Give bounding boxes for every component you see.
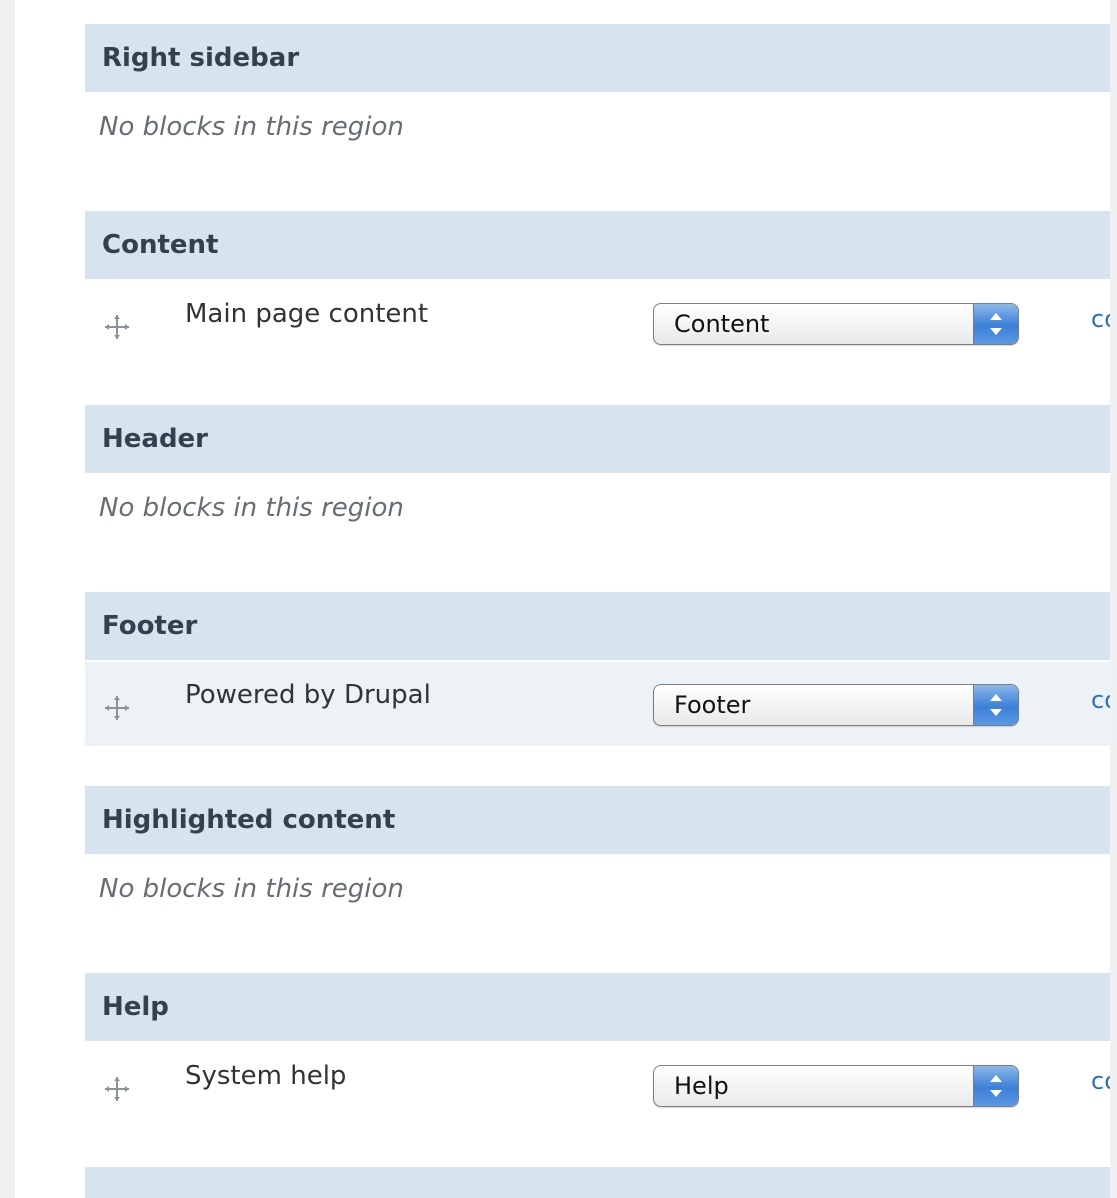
- region-header-partial: [85, 1167, 1110, 1198]
- block-row-powered-by-drupal: Powered by Drupal Footer co: [85, 662, 1110, 746]
- blocks-table: Right sidebar No blocks in this region C…: [85, 24, 1110, 1198]
- region-select-value: Content: [674, 310, 770, 338]
- region-help-blocks: System help Help co: [85, 1043, 1110, 1167]
- block-row-system-help: System help Help co: [85, 1043, 1110, 1127]
- configure-link[interactable]: co: [1091, 1067, 1110, 1095]
- region-footer-blocks: Powered by Drupal Footer co: [85, 662, 1110, 786]
- region-select[interactable]: Content: [653, 303, 1019, 345]
- page: Right sidebar No blocks in this region C…: [15, 0, 1110, 1198]
- drag-handle-icon[interactable]: [103, 1075, 131, 1103]
- configure-link[interactable]: co: [1091, 686, 1110, 714]
- region-empty-message: No blocks in this region: [99, 874, 404, 904]
- select-arrows-icon: [973, 304, 1018, 344]
- block-name: Main page content: [185, 299, 429, 329]
- select-arrows-icon: [973, 685, 1018, 725]
- region-header-help: Help: [85, 973, 1110, 1043]
- region-select[interactable]: Footer: [653, 684, 1019, 726]
- region-header-header: Header: [85, 405, 1110, 475]
- region-empty-message: No blocks in this region: [99, 493, 404, 523]
- region-select-value: Footer: [674, 691, 751, 719]
- select-arrows-icon: [973, 1066, 1018, 1106]
- region-header-right-sidebar: Right sidebar: [85, 24, 1110, 94]
- region-header-footer: Footer: [85, 592, 1110, 662]
- region-header-highlighted-content: Highlighted content: [85, 786, 1110, 856]
- region-content-blocks: Main page content Content co: [85, 281, 1110, 405]
- region-empty-message: No blocks in this region: [99, 112, 404, 142]
- configure-link[interactable]: co: [1091, 305, 1110, 333]
- drag-handle-icon[interactable]: [103, 694, 131, 722]
- block-name: Powered by Drupal: [185, 680, 431, 710]
- region-select-value: Help: [674, 1072, 729, 1100]
- block-row-main-page-content: Main page content Content co: [85, 281, 1110, 365]
- block-name: System help: [185, 1061, 347, 1091]
- region-select[interactable]: Help: [653, 1065, 1019, 1107]
- region-header-content: Content: [85, 211, 1110, 281]
- drag-handle-icon[interactable]: [103, 313, 131, 341]
